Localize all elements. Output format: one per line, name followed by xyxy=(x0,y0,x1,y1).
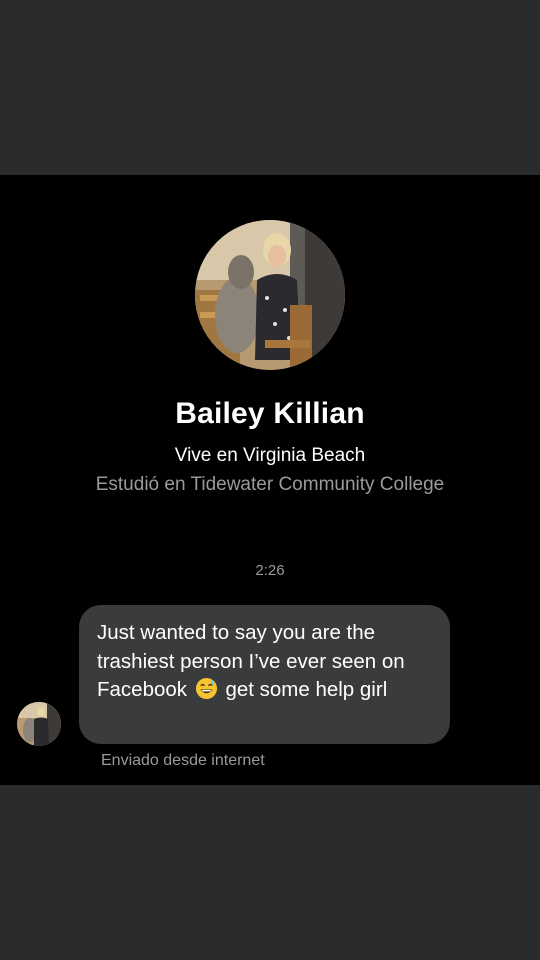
profile-location: Vive en Virginia Beach xyxy=(174,445,366,466)
message-bubble[interactable]: Just wanted to say you are the trashiest… xyxy=(79,605,450,744)
profile-education: Estudió en Tidewater Community College xyxy=(95,474,445,495)
bottom-frame xyxy=(0,785,540,960)
top-frame xyxy=(0,0,540,175)
message-timestamp: 2:26 xyxy=(255,562,285,579)
message-text-end: get some help girl xyxy=(225,678,388,701)
sender-avatar[interactable] xyxy=(17,702,61,746)
profile-name[interactable]: Bailey Killian xyxy=(0,397,540,431)
profile-photo-image xyxy=(195,220,345,370)
sent-via-label: Enviado desde internet xyxy=(101,752,265,769)
profile-photo[interactable] xyxy=(195,220,345,370)
sender-avatar-image xyxy=(17,702,61,746)
chat-area: Bailey Killian Vive en Virginia Beach Es… xyxy=(0,175,540,785)
grinning-sweat-emoji-icon xyxy=(195,677,217,700)
